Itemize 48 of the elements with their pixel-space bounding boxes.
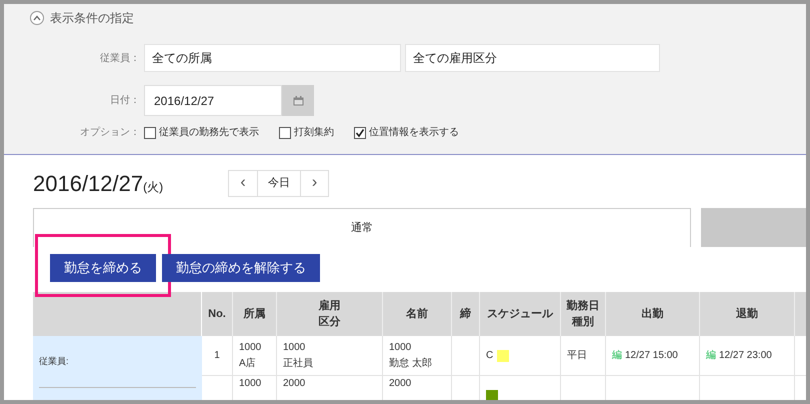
- department-field[interactable]: 全ての所属: [144, 44, 401, 72]
- column-header: スケジュール: [487, 307, 553, 322]
- table-cell: 平日: [561, 336, 606, 376]
- checkbox[interactable]: [354, 126, 366, 138]
- time-value: 12/27 23:00: [719, 348, 772, 362]
- check-icon: [355, 128, 365, 138]
- option-label: 打刻集約: [294, 126, 334, 140]
- calendar-icon: [292, 96, 304, 106]
- field-label: オプション：: [79, 126, 141, 140]
- today-button[interactable]: 今日: [258, 170, 301, 196]
- column-header: 締: [460, 306, 471, 322]
- action-button[interactable]: 勤怠の締めを解除する: [162, 254, 320, 282]
- column-header: 退勤: [736, 306, 758, 322]
- option-label: 従業員の勤務先で表示: [159, 126, 259, 140]
- column-header: 所属: [244, 306, 266, 322]
- field-label: 日付：: [109, 94, 141, 108]
- schedule-code: C: [486, 348, 494, 362]
- date-heading: 2016/12/27(火): [33, 170, 164, 198]
- time-value: 12/27 15:00: [625, 348, 678, 362]
- table-cell: 1000 正社員: [277, 336, 383, 376]
- option-label: 位置情報を表示する: [369, 126, 459, 140]
- collapse-button[interactable]: [30, 11, 44, 25]
- edited-mark: 編: [612, 348, 622, 362]
- column-header: 雇用区分: [318, 298, 341, 330]
- table-cell: 1000 A店: [233, 336, 277, 376]
- tab[interactable]: 通常: [33, 208, 691, 247]
- field-label: 従業員：: [99, 52, 141, 66]
- next-day-button[interactable]: ›: [301, 170, 328, 196]
- chevron-icon: [33, 15, 41, 21]
- action-button[interactable]: 勤怠を締める: [50, 254, 156, 282]
- table-cell: 2000: [383, 376, 452, 400]
- employment-type-field[interactable]: 全ての雇用区分: [405, 44, 660, 72]
- panel-title: 表示条件の指定: [50, 10, 134, 27]
- checkbox[interactable]: [144, 126, 156, 138]
- column-header: 名前: [406, 306, 428, 322]
- table-cell: 1000: [233, 376, 277, 400]
- previous-day-button[interactable]: ‹: [229, 170, 258, 196]
- checkbox[interactable]: [279, 126, 291, 138]
- date-field[interactable]: 2016/12/27: [144, 85, 282, 116]
- table-cell: 2000: [277, 376, 383, 400]
- column-header: No.: [208, 307, 226, 322]
- column-header: 出勤: [642, 306, 664, 322]
- edited-mark: 編: [706, 348, 716, 362]
- column-header: 勤務日種別: [566, 298, 600, 330]
- table-cell: 1: [202, 336, 233, 376]
- filter-label: 従業員:: [39, 356, 69, 366]
- table-cell: 1000 勤怠 太郎: [383, 336, 452, 376]
- calendar-button[interactable]: [282, 85, 314, 116]
